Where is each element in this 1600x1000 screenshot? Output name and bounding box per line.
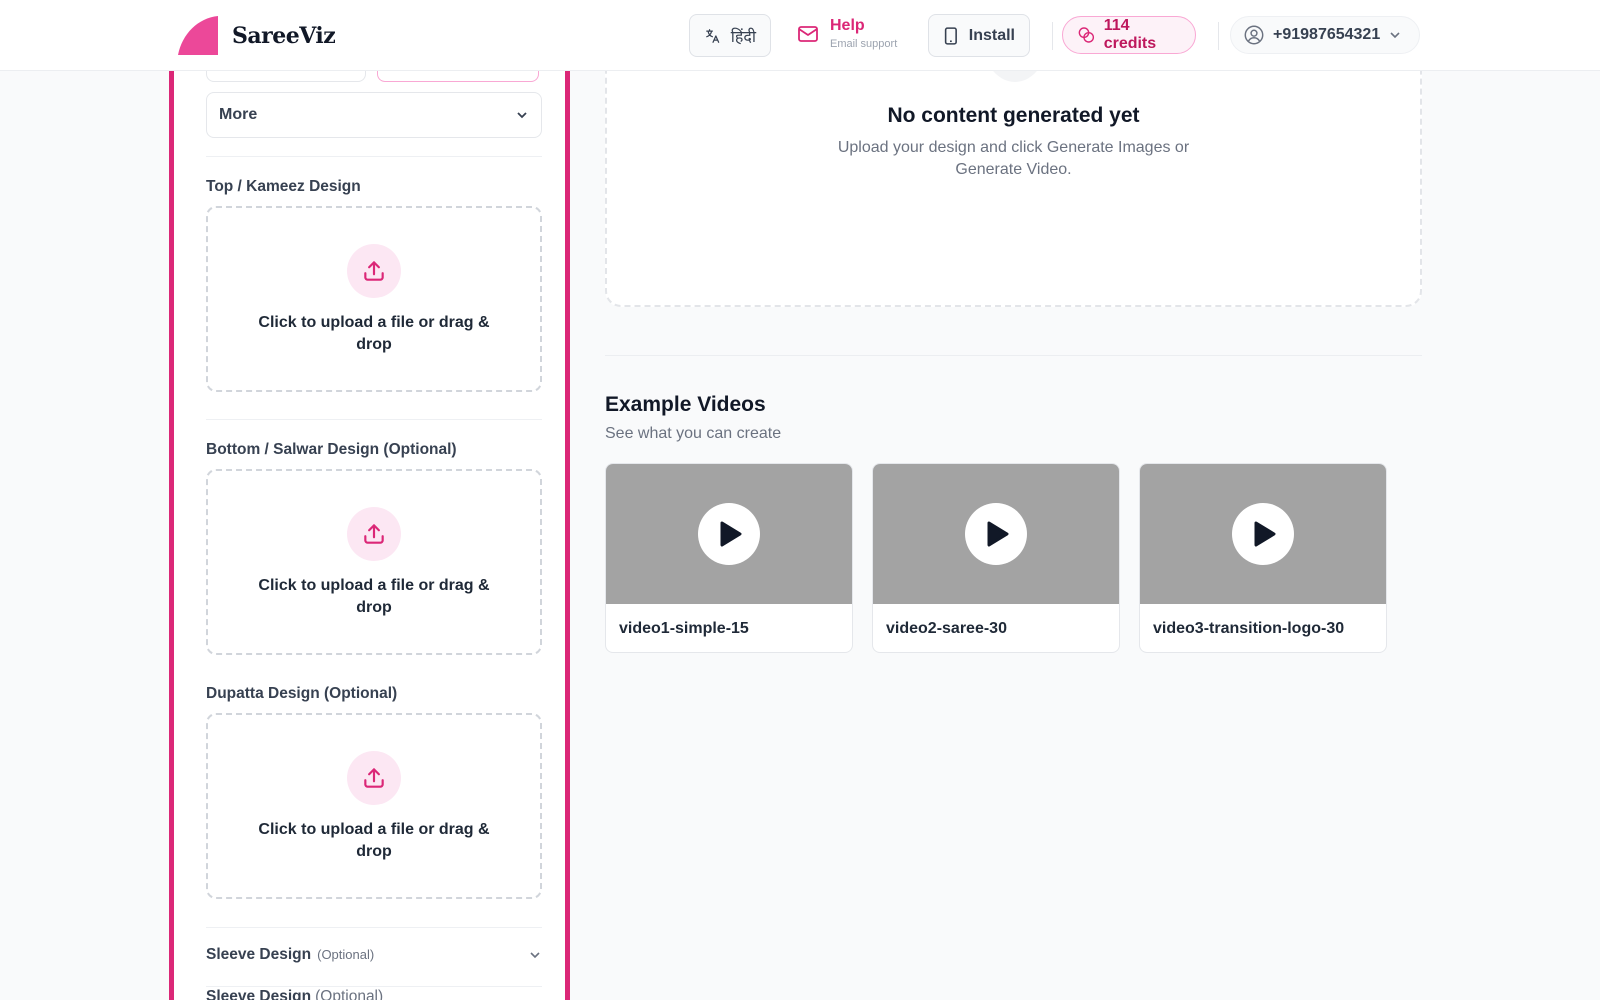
credits-label: 114 credits (1103, 17, 1157, 52)
help-label: Help (830, 17, 865, 34)
play-button[interactable] (698, 503, 760, 565)
more-select-label: More (219, 106, 258, 123)
upload-icon-circle (347, 751, 401, 805)
upload-dropzone-dupatta[interactable]: Click to upload a file or drag & drop (206, 713, 542, 899)
example-video-card[interactable]: video1-simple-15 (605, 463, 853, 653)
account-phone: +91987654321 (1273, 26, 1381, 43)
upload-icon (364, 261, 384, 281)
sleeve-design-title: Sleeve Design (Optional) (206, 946, 374, 964)
examples-title: Example Videos (605, 393, 766, 416)
video-thumbnail[interactable] (1140, 464, 1386, 604)
example-video-card[interactable]: video3-transition-logo-30 (1139, 463, 1387, 653)
empty-title: No content generated yet (887, 104, 1140, 127)
user-icon (1244, 25, 1264, 45)
more-select[interactable]: More (206, 92, 542, 138)
section-title-dupatta: Dupatta Design (Optional) (206, 685, 398, 702)
main-divider (605, 355, 1422, 356)
sleeve-optional-tag: (Optional) (315, 988, 384, 1000)
language-button[interactable]: हिंदी (689, 14, 771, 57)
sleeve-title-text: Sleeve Design (206, 988, 312, 1000)
video-name: video1-simple-15 (619, 620, 749, 637)
video-name: video2-saree-30 (886, 620, 1007, 637)
top-header: SareeViz हिंदी Help Email support Instal… (0, 0, 1600, 71)
section-divider (206, 156, 542, 157)
play-button[interactable] (965, 503, 1027, 565)
logo[interactable]: SareeViz (178, 16, 336, 55)
help-subtitle: Email support (830, 38, 898, 50)
upload-instructions: Click to upload a file or drag & drop (258, 314, 490, 353)
sleeve-design-label: Sleeve Design (Optional) (206, 988, 383, 1000)
play-icon (987, 521, 1009, 547)
examples-subtitle: See what you can create (605, 425, 782, 442)
header-divider (1218, 22, 1219, 50)
sleeve-optional-tag: (Optional) (317, 947, 375, 962)
play-button[interactable] (1232, 503, 1294, 565)
sleeve-design-toggle[interactable]: Sleeve Design (Optional) (206, 946, 542, 964)
play-icon (720, 521, 742, 547)
upload-instructions: Click to upload a file or drag & drop (258, 821, 490, 860)
empty-subtitle: Upload your design and click Generate Im… (837, 139, 1190, 178)
header-divider (1052, 22, 1053, 50)
upload-icon-circle (347, 507, 401, 561)
video-name: video3-transition-logo-30 (1153, 620, 1345, 637)
chevron-down-icon (517, 112, 527, 119)
video-thumbnail[interactable] (873, 464, 1119, 604)
play-icon (1254, 521, 1276, 547)
install-button[interactable]: Install (928, 14, 1030, 57)
section-divider (206, 927, 542, 928)
design-upload-panel: More Top / Kameez Design Click to upload… (169, 0, 570, 1000)
chevron-down-icon (1390, 32, 1400, 39)
upload-icon (364, 768, 384, 788)
mail-icon (798, 26, 818, 42)
upload-icon-circle (347, 244, 401, 298)
phone-icon (944, 26, 957, 45)
help-link[interactable]: Help Email support (796, 18, 897, 50)
section-divider (206, 986, 542, 987)
upload-instructions: Click to upload a file or drag & drop (258, 577, 490, 616)
upload-dropzone-bottom-salwar[interactable]: Click to upload a file or drag & drop (206, 469, 542, 655)
account-menu[interactable]: +91987654321 (1230, 16, 1420, 54)
chevron-down-icon (530, 952, 540, 959)
section-title-top-kameez: Top / Kameez Design (206, 178, 361, 195)
example-video-card[interactable]: video2-saree-30 (872, 463, 1120, 653)
app-name: SareeViz (232, 22, 336, 49)
language-label: हिंदी (730, 28, 756, 46)
video-thumbnail[interactable] (606, 464, 852, 604)
section-divider (206, 419, 542, 420)
upload-icon (364, 524, 384, 544)
translate-icon (706, 28, 720, 43)
install-label: Install (968, 26, 1015, 44)
logo-mark-icon (178, 16, 218, 55)
credits-icon (1078, 27, 1095, 43)
sleeve-title-text: Sleeve Design (206, 946, 312, 963)
section-title-bottom-salwar: Bottom / Salwar Design (Optional) (206, 441, 457, 458)
upload-dropzone-top-kameez[interactable]: Click to upload a file or drag & drop (206, 206, 542, 392)
credits-badge[interactable]: 114 credits (1062, 16, 1196, 54)
